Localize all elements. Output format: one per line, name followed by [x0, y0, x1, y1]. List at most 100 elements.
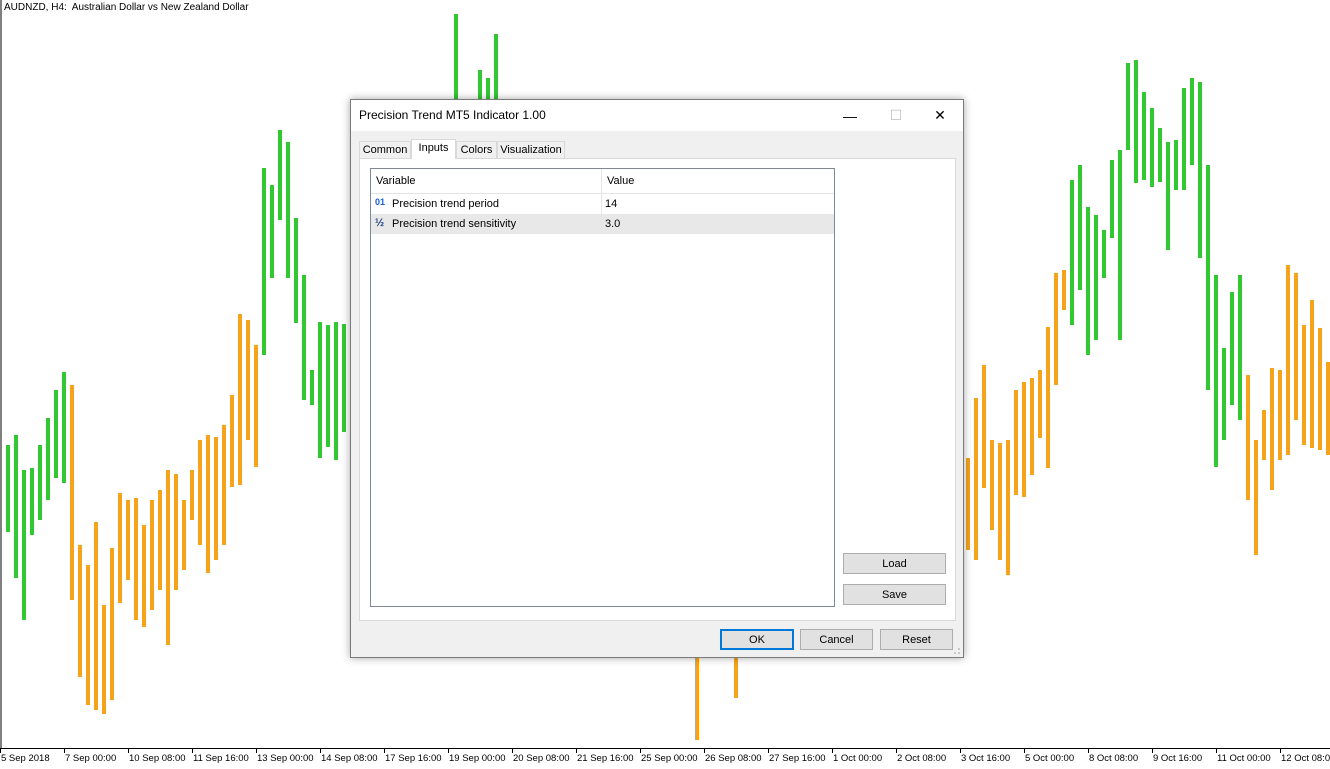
chart-title: AUDNZD, H4: Australian Dollar vs New Zea… [4, 2, 249, 13]
integer-icon: 01 [375, 197, 386, 207]
price-bar [166, 470, 170, 645]
x-axis-label: 11 Oct 00:00 [1217, 753, 1271, 764]
price-bar [990, 440, 994, 530]
x-axis-label: 13 Sep 00:00 [257, 753, 314, 764]
price-bar [1310, 300, 1314, 448]
price-bar [62, 372, 66, 483]
price-bar [454, 14, 458, 100]
column-header-value[interactable]: Value [602, 169, 834, 193]
price-bar [302, 275, 306, 400]
x-axis-label: 12 Oct 08:00 [1281, 753, 1330, 764]
price-bar [86, 565, 90, 705]
x-axis-label: 11 Sep 16:00 [193, 753, 249, 764]
x-axis-label: 9 Oct 16:00 [1153, 753, 1203, 764]
price-bar [1014, 390, 1018, 495]
price-bar [54, 390, 58, 478]
price-bar [174, 474, 178, 590]
price-bar [1054, 273, 1058, 385]
price-bar [1030, 378, 1034, 475]
price-bar [238, 314, 242, 485]
save-button[interactable]: Save [843, 584, 946, 605]
cancel-button[interactable]: Cancel [800, 629, 873, 650]
tab-common[interactable]: Common [359, 141, 411, 158]
price-bar [334, 322, 338, 460]
price-bar [30, 468, 34, 535]
x-axis-label: 3 Oct 16:00 [961, 753, 1011, 764]
price-bar [1126, 63, 1130, 150]
price-bar [1142, 92, 1146, 180]
price-bar [158, 490, 162, 590]
x-axis-label: 14 Sep 08:00 [321, 753, 378, 764]
price-bar [1046, 327, 1050, 468]
x-axis-label: 17 Sep 16:00 [385, 753, 442, 764]
price-bar [190, 470, 194, 520]
column-header-variable[interactable]: Variable [371, 169, 601, 193]
price-bar [1206, 165, 1210, 390]
price-bar [246, 320, 250, 440]
price-bar [46, 418, 50, 500]
x-axis-label: 25 Sep 00:00 [641, 753, 698, 764]
x-axis-label: 1 Oct 00:00 [833, 753, 883, 764]
price-bar [1134, 60, 1138, 183]
x-axis-label: 26 Sep 08:00 [705, 753, 762, 764]
fraction-icon: ½ [375, 217, 385, 229]
x-axis-label: 2 Oct 08:00 [897, 753, 947, 764]
price-bar [1166, 142, 1170, 250]
grid-header: Variable Value [371, 169, 834, 194]
price-bar [1110, 160, 1114, 238]
input-value[interactable]: 3.0 [605, 214, 620, 234]
price-bar [1246, 375, 1250, 500]
price-bar [278, 130, 282, 220]
price-bar [182, 500, 186, 570]
tab-visualization[interactable]: Visualization [497, 141, 565, 158]
dialog-titlebar[interactable]: Precision Trend MT5 Indicator 1.00 — ☐ ✕ [351, 100, 963, 131]
x-axis-label: 8 Oct 08:00 [1089, 753, 1139, 764]
time-axis: 5 Sep 2018 7 Sep 00:00 10 Sep 08:00 11 Sep … [0, 748, 1330, 769]
load-button[interactable]: Load [843, 553, 946, 574]
price-bar [22, 470, 26, 620]
price-bar [110, 548, 114, 700]
price-bar [734, 658, 738, 698]
price-bar [1222, 348, 1226, 440]
price-bar [286, 142, 290, 278]
dialog-title: Precision Trend MT5 Indicator 1.00 [359, 108, 546, 122]
price-bar [998, 443, 1002, 560]
price-bar [478, 70, 482, 100]
close-icon[interactable]: ✕ [917, 100, 963, 131]
price-bar [1198, 82, 1202, 258]
price-bar [230, 395, 234, 487]
price-bar [695, 658, 699, 740]
x-axis-label: 27 Sep 16:00 [769, 753, 826, 764]
price-bar [70, 385, 74, 600]
minimize-icon[interactable]: — [827, 100, 873, 131]
price-bar [150, 500, 154, 610]
resize-grip-icon[interactable] [953, 647, 961, 655]
price-bar [1182, 88, 1186, 190]
input-row-sensitivity[interactable]: ½ Precision trend sensitivity 3.0 [371, 214, 834, 234]
reset-button[interactable]: Reset [880, 629, 953, 650]
input-row-period[interactable]: 01 Precision trend period 14 [371, 194, 834, 214]
price-bar [982, 365, 986, 488]
inputs-grid[interactable]: Variable Value 01 Precision trend period… [370, 168, 835, 607]
tab-colors[interactable]: Colors [456, 141, 497, 158]
input-variable-name: Precision trend sensitivity [392, 218, 517, 230]
tab-inputs[interactable]: Inputs [411, 139, 456, 159]
price-bar [94, 522, 98, 710]
price-bar [1078, 165, 1082, 290]
maximize-icon[interactable]: ☐ [873, 100, 919, 131]
price-bar [1254, 440, 1258, 555]
price-bar [1174, 140, 1178, 190]
price-bar [1118, 150, 1122, 340]
price-bar [1150, 108, 1154, 187]
input-value[interactable]: 14 [605, 194, 617, 214]
price-bar [966, 458, 970, 550]
price-bar [310, 370, 314, 405]
column-divider [601, 194, 602, 234]
price-bar [1294, 273, 1298, 420]
price-bar [1230, 292, 1234, 405]
inputs-panel: Variable Value 01 Precision trend period… [359, 158, 956, 621]
price-bar [1318, 328, 1322, 450]
price-bar [1262, 410, 1266, 460]
ok-button[interactable]: OK [720, 629, 794, 650]
x-axis-label: 19 Sep 00:00 [449, 753, 506, 764]
